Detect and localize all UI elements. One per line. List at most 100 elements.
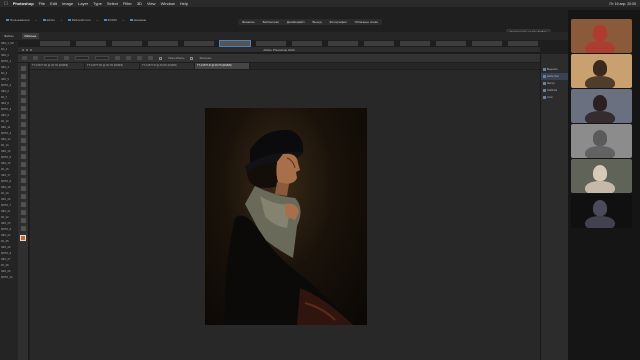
pen-icon[interactable] xyxy=(20,178,26,183)
breadcrumb-item[interactable]: admin xyxy=(41,17,57,23)
ps-options-bar: Узкая область Заполнить xyxy=(18,54,540,62)
breadcrumb-item[interactable]: минимов xyxy=(128,17,148,23)
crop-icon[interactable] xyxy=(20,98,26,103)
menu-item-window[interactable]: Window xyxy=(161,1,175,6)
tab-exit[interactable]: Выход xyxy=(313,20,322,24)
eraser-icon[interactable] xyxy=(20,146,26,151)
doc-tab[interactable]: TT-C1577.NF @ 26,7% (RGB/8) xyxy=(30,63,85,69)
grid-icon[interactable] xyxy=(137,56,142,60)
finder-file-item[interactable]: ФОТО_10 xyxy=(0,275,18,281)
panel-adjust[interactable]: Настро xyxy=(541,80,568,87)
menu-item-file[interactable]: File xyxy=(39,1,45,6)
menu-item-edit[interactable]: Edit xyxy=(50,1,57,6)
move-icon[interactable] xyxy=(20,66,26,71)
thumbnail-selected[interactable] xyxy=(219,40,251,47)
breadcrumb-item[interactable]: Пользователи xyxy=(4,17,32,23)
finder-file-list: ЭКО_1_КИ КО_1 ЭКО_2 ФОТО_1 ЭКО_3 КО_4 ЭКО_5 ФОТ… xyxy=(0,41,18,360)
blur-icon[interactable] xyxy=(20,162,26,167)
marquee-icon[interactable] xyxy=(20,74,26,79)
panel-properties[interactable]: Свойства xyxy=(541,87,568,94)
breadcrumb-item[interactable]: Рабочий стол xyxy=(66,17,93,23)
participant-video-tile[interactable] xyxy=(571,89,632,123)
menu-item-layer[interactable]: Layer xyxy=(78,1,88,6)
width-field[interactable] xyxy=(75,56,89,60)
healing-icon[interactable] xyxy=(20,114,26,119)
brush-icon[interactable] xyxy=(20,122,26,127)
participant-video-tile[interactable] xyxy=(571,19,632,53)
thumbnail[interactable] xyxy=(76,41,106,46)
tab-finance[interactable]: Финансы xyxy=(242,20,255,24)
menu-item-select[interactable]: Select xyxy=(107,1,118,6)
panel-learn[interactable]: Выделите xyxy=(541,66,568,73)
thumbnail[interactable] xyxy=(184,41,214,46)
home-icon[interactable] xyxy=(22,56,27,60)
breadcrumb-item[interactable]: ZOOM xyxy=(102,17,119,23)
thumbnail[interactable] xyxy=(400,41,430,46)
height-field[interactable] xyxy=(95,56,109,60)
thumbnail[interactable] xyxy=(328,41,358,46)
panel-stock[interactable]: Adobe Stoc xyxy=(541,73,568,80)
stamp-icon[interactable] xyxy=(20,130,26,135)
tab-libraries[interactable]: Библиотеки xyxy=(263,20,279,24)
more-tools-icon[interactable] xyxy=(20,226,26,231)
video-call-panel xyxy=(568,10,640,360)
participant-face xyxy=(593,130,607,146)
panel-label: Свойства xyxy=(547,89,558,92)
type-icon[interactable] xyxy=(20,186,26,191)
doc-tab-active[interactable]: TT-C1577.tif @ 26,7% (RGB/8) xyxy=(195,63,250,69)
thumbnail[interactable] xyxy=(364,41,394,46)
ratio-field[interactable] xyxy=(44,56,58,60)
participant-video-tile[interactable] xyxy=(571,194,632,228)
thumbnail[interactable] xyxy=(472,41,502,46)
menu-app-name[interactable]: Photoshop xyxy=(13,1,34,6)
thumbnail[interactable] xyxy=(256,41,286,46)
straighten-icon[interactable] xyxy=(126,56,131,60)
tab-cloud[interactable]: Облачные слоки xyxy=(355,20,378,24)
content-aware-checkbox[interactable] xyxy=(190,56,194,60)
thumbnail[interactable] xyxy=(112,41,142,46)
history-brush-icon[interactable] xyxy=(20,138,26,143)
thumbnail[interactable] xyxy=(148,41,178,46)
thumbnail[interactable] xyxy=(40,41,70,46)
thumbnail[interactable] xyxy=(292,41,322,46)
segmented-tabs: Финансы Библиотеки Дизайнфайл Выход Фото… xyxy=(238,19,382,25)
menu-item-help[interactable]: Help xyxy=(180,1,188,6)
tab-photos[interactable]: Фотографии xyxy=(330,20,347,24)
participant-video-tile[interactable] xyxy=(571,159,632,193)
participant-video-tile[interactable] xyxy=(571,54,632,88)
participant-body xyxy=(585,146,615,158)
clear-button[interactable] xyxy=(115,56,120,60)
swap-icon[interactable] xyxy=(64,56,69,60)
foreground-color-swatch[interactable] xyxy=(20,235,26,241)
eyedropper-icon[interactable] xyxy=(20,106,26,111)
magic-wand-icon[interactable] xyxy=(20,90,26,95)
doc-tab[interactable]: TT-C1577.NF @ 26,7% (RGB/8) xyxy=(85,63,140,69)
menu-item-filter[interactable]: Filter xyxy=(123,1,132,6)
panel-layers[interactable]: Слои xyxy=(541,94,568,101)
tab-designfile[interactable]: Дизайнфайл xyxy=(287,20,305,24)
option-label: Узкая область xyxy=(168,56,185,60)
shape-icon[interactable] xyxy=(20,202,26,207)
menu-item-3d[interactable]: 3D xyxy=(137,1,142,6)
menu-item-view[interactable]: View xyxy=(147,1,156,6)
thumbnail[interactable] xyxy=(508,41,538,46)
dodge-icon[interactable] xyxy=(20,170,26,175)
tab-files[interactable]: Файлы xyxy=(4,34,14,38)
lasso-icon[interactable] xyxy=(20,82,26,87)
portrait-image[interactable] xyxy=(205,108,367,325)
doc-tab[interactable]: TT-C1577.tif @ 33,3% (RGB/8) xyxy=(140,63,195,69)
menu-item-type[interactable]: Type xyxy=(93,1,102,6)
path-select-icon[interactable] xyxy=(20,194,26,199)
thumbnail[interactable] xyxy=(436,41,466,46)
gear-icon[interactable] xyxy=(148,56,153,60)
hand-icon[interactable] xyxy=(20,210,26,215)
zoom-icon[interactable] xyxy=(20,218,26,223)
participant-video-tile[interactable] xyxy=(571,124,632,158)
gradient-icon[interactable] xyxy=(20,154,26,159)
delete-pixels-checkbox[interactable] xyxy=(159,56,162,60)
apple-icon[interactable]:  xyxy=(4,1,8,7)
menubar-status: Пт 16 апр. 20:05 xyxy=(610,2,636,6)
menu-item-image[interactable]: Image xyxy=(62,1,73,6)
tab-work[interactable]: Рабочее xyxy=(21,33,40,39)
crop-icon[interactable] xyxy=(33,56,38,60)
